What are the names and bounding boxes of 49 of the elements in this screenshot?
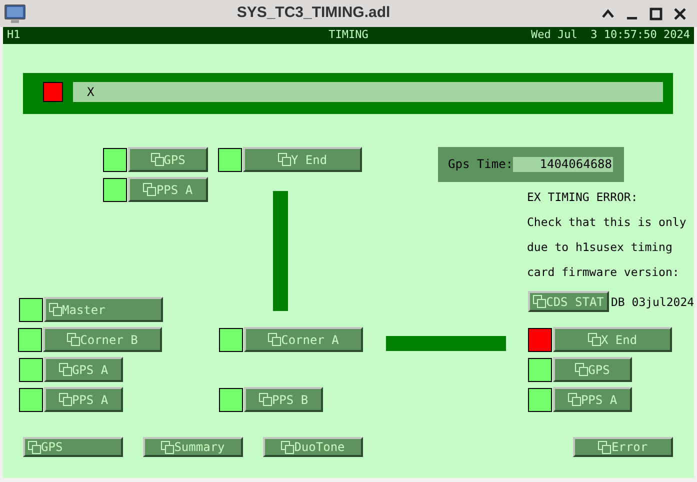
related-display-icon bbox=[49, 303, 62, 316]
maximize-icon[interactable] bbox=[649, 6, 663, 20]
message-text: EX TIMING ERROR: bbox=[527, 190, 638, 204]
monitor-icon bbox=[4, 4, 26, 24]
db-note: DB 03jul2024 bbox=[611, 295, 694, 309]
cds-stat-button[interactable]: CDS STAT bbox=[528, 291, 609, 312]
related-display-icon bbox=[598, 440, 612, 454]
related-display-icon bbox=[588, 333, 601, 346]
related-display-icon bbox=[278, 153, 291, 166]
display-button[interactable]: Error bbox=[573, 437, 673, 457]
gps-time-label: Gps Time: bbox=[448, 157, 514, 172]
related-display-icon bbox=[568, 393, 581, 406]
related-display-icon bbox=[143, 183, 156, 196]
display-button[interactable]: Y End bbox=[243, 147, 362, 172]
display-button[interactable]: Master bbox=[44, 297, 163, 322]
related-display-icon bbox=[533, 295, 546, 308]
related-display-icon bbox=[150, 153, 164, 166]
message-text: Check that this is only bbox=[527, 215, 686, 229]
site-label: H1 bbox=[7, 27, 22, 44]
related-display-icon bbox=[58, 363, 72, 376]
display-button[interactable]: Corner B bbox=[43, 327, 162, 352]
display-button[interactable]: GPS A bbox=[44, 357, 123, 382]
related-display-icon bbox=[281, 440, 294, 454]
close-icon[interactable] bbox=[673, 6, 687, 20]
related-display-icon bbox=[58, 393, 72, 406]
related-display-icon bbox=[268, 333, 282, 346]
display-button[interactable]: GPS bbox=[128, 147, 208, 172]
display-button[interactable]: GPS bbox=[553, 357, 632, 382]
related-display-icon bbox=[28, 440, 41, 454]
related-display-icon bbox=[161, 440, 174, 454]
related-display-icon bbox=[575, 363, 588, 376]
display-button[interactable]: PPS B bbox=[244, 387, 323, 412]
collapse-icon[interactable] bbox=[601, 6, 615, 20]
date-time: Wed Jul 3 10:57:50 2024 bbox=[530, 27, 690, 44]
display-button[interactable]: DuoTone bbox=[263, 437, 363, 457]
display-button[interactable]: Summary bbox=[143, 437, 243, 457]
gps-time-field: 1404064688 bbox=[513, 157, 613, 172]
display-button[interactable]: PPS A bbox=[553, 387, 632, 412]
screen-title: TIMING bbox=[328, 27, 368, 44]
display-button[interactable]: X End bbox=[553, 327, 672, 352]
display-button[interactable]: Corner A bbox=[244, 327, 363, 352]
message-text: card firmware version: bbox=[527, 265, 680, 279]
related-display-icon bbox=[258, 393, 272, 406]
display-button[interactable]: PPS A bbox=[128, 177, 208, 202]
related-display-icon bbox=[67, 333, 80, 346]
window-title: SYS_TC3_TIMING.adl bbox=[236, 4, 390, 22]
display-button[interactable]: PPS A bbox=[44, 387, 123, 412]
message-text: due to h1susex timing bbox=[527, 240, 672, 254]
display-button[interactable]: GPS bbox=[23, 437, 123, 457]
